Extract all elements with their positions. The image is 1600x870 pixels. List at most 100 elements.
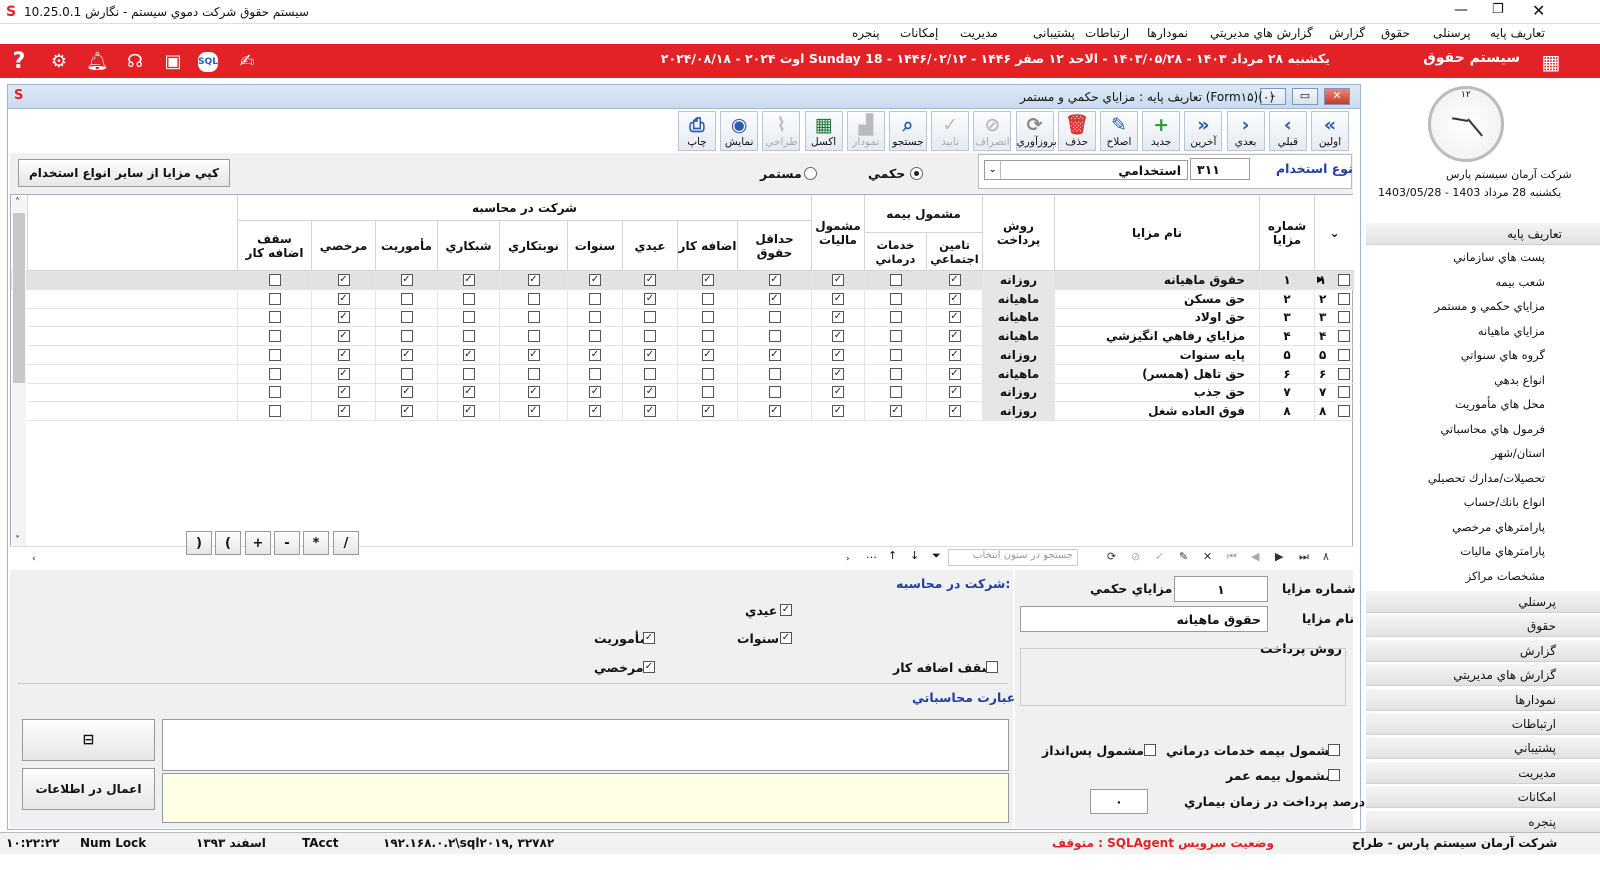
scroll-thumb[interactable] bbox=[13, 213, 25, 383]
row-pay-cell[interactable]: روزانه bbox=[982, 383, 1054, 403]
sanavat-checkbox[interactable]: ✓ bbox=[589, 404, 601, 417]
row-name-cell[interactable]: حق جذب bbox=[1054, 383, 1259, 403]
toolbar-chart-button[interactable]: ▟ نمودار bbox=[846, 111, 885, 151]
min-wage-checkbox[interactable]: ✓ bbox=[768, 348, 781, 361]
copy-benefits-button[interactable]: كپي مزايا از ساير انواع استخدام bbox=[18, 159, 230, 187]
grid-vscroll[interactable]: ˄ ˅ bbox=[12, 197, 26, 547]
filter-icon[interactable]: ⏷ bbox=[932, 549, 941, 563]
tax-checkbox[interactable]: ✓ bbox=[832, 292, 844, 305]
employment-code-input[interactable]: ۳۱۱ bbox=[1190, 158, 1250, 180]
eidi-checkbox[interactable]: ✓ bbox=[644, 386, 656, 399]
toolbar-eye-button[interactable]: ◉ نمايش bbox=[720, 111, 759, 151]
sidebar-item[interactable]: انواع بانك/حساب bbox=[1464, 495, 1545, 509]
min-wage-checkbox[interactable] bbox=[768, 330, 781, 343]
form-close-button[interactable]: ✕ bbox=[1324, 88, 1350, 105]
eidi-checkbox[interactable] bbox=[644, 367, 656, 380]
detail-overtime-cap-checkbox[interactable] bbox=[986, 661, 998, 673]
toolbar-chevron-right-button[interactable]: › بعدي bbox=[1226, 111, 1265, 151]
sidebar-item[interactable]: فرمول هاي محاسباتي bbox=[1440, 422, 1545, 436]
table-row[interactable]: ۸ ۸ فوق العاده شغل روزانه ✓ ✓ ✓ ✓ ✓ ✓ ✓ ✓ ✓ ✓ ✓ bbox=[11, 401, 1354, 421]
nobatkari-checkbox[interactable]: ✓ bbox=[527, 386, 540, 399]
row-checkbox[interactable] bbox=[1338, 274, 1350, 286]
ins-medical-checkbox[interactable] bbox=[889, 330, 902, 343]
overtime-checkbox[interactable] bbox=[701, 292, 714, 305]
morakhasi-checkbox[interactable]: ✓ bbox=[337, 367, 350, 380]
row-pay-cell[interactable]: روزانه bbox=[982, 271, 1054, 290]
hscroll-left-icon[interactable]: ‹ bbox=[32, 554, 36, 564]
ins-medical-checkbox[interactable] bbox=[889, 367, 902, 380]
col-header-ins-medical[interactable]: خدمات درماني bbox=[864, 233, 926, 271]
sanavat-checkbox[interactable] bbox=[589, 292, 601, 305]
mamooriat-checkbox[interactable] bbox=[400, 330, 413, 343]
last-record-icon[interactable]: ⏭ bbox=[1299, 550, 1309, 564]
operator-button-5[interactable]: ) bbox=[186, 531, 212, 555]
scroll-up-icon[interactable]: ˄ bbox=[15, 197, 20, 208]
col-header-overtime-cap[interactable]: سقف اضافه كار bbox=[237, 221, 311, 271]
shabkari-checkbox[interactable] bbox=[462, 311, 475, 324]
eidi-checkbox[interactable]: ✓ bbox=[644, 404, 656, 417]
morakhasi-checkbox[interactable]: ✓ bbox=[337, 274, 350, 286]
expression-input[interactable] bbox=[162, 719, 1009, 771]
confirm-icon[interactable]: ✓ bbox=[1155, 550, 1164, 563]
table-row[interactable]: ۲ ۲ حق مسكن ماهيانه ✓ ✓ ✓ ✓ ✓ bbox=[11, 289, 1354, 309]
ins-social-checkbox[interactable]: ✓ bbox=[948, 386, 961, 399]
nav-count[interactable]: ۸ bbox=[1323, 550, 1329, 563]
sidebar-item[interactable]: پارامترهاي مرخصي bbox=[1452, 520, 1545, 534]
row-checkbox[interactable] bbox=[1338, 348, 1350, 361]
row-pay-cell[interactable]: روزانه bbox=[982, 345, 1054, 365]
sidebar-group[interactable]: نمودارها bbox=[1366, 688, 1600, 711]
shabkari-checkbox[interactable]: ✓ bbox=[462, 404, 475, 417]
row-no-cell[interactable]: ۸ bbox=[1259, 401, 1314, 421]
ins-social-checkbox[interactable]: ✓ bbox=[948, 404, 961, 417]
sidebar-group[interactable]: گزارش هاي مديريتي bbox=[1366, 664, 1600, 687]
row-select-cell[interactable]: ۴ bbox=[1314, 327, 1354, 347]
min-wage-checkbox[interactable] bbox=[768, 367, 781, 380]
ins-social-checkbox[interactable]: ✓ bbox=[948, 367, 961, 380]
shabkari-checkbox[interactable] bbox=[462, 330, 475, 343]
toolbar-plus-button[interactable]: + جديد bbox=[1142, 111, 1181, 151]
nobatkari-checkbox[interactable] bbox=[527, 330, 540, 343]
nobatkari-checkbox[interactable] bbox=[527, 292, 540, 305]
more-icon[interactable]: … bbox=[866, 548, 877, 561]
sidebar-group[interactable]: مديريت bbox=[1366, 761, 1600, 784]
help-icon[interactable]: ? bbox=[8, 51, 30, 73]
col-header-pay-method[interactable]: روش پرداخت bbox=[982, 195, 1054, 271]
chevron-down-icon[interactable]: ⌄ bbox=[985, 161, 1001, 179]
operator-button-3[interactable]: + bbox=[245, 531, 271, 555]
headset-support-icon[interactable]: ☊ bbox=[124, 51, 146, 73]
row-no-cell[interactable]: ۱ bbox=[1259, 271, 1314, 290]
shabkari-checkbox[interactable]: ✓ bbox=[462, 274, 475, 286]
sidebar-item[interactable]: محل هاي مأموريت bbox=[1455, 397, 1545, 411]
sanavat-checkbox[interactable] bbox=[589, 330, 601, 343]
overtime-cap-checkbox[interactable] bbox=[268, 404, 281, 417]
overtime-cap-checkbox[interactable] bbox=[268, 311, 281, 324]
ins-medical-checkbox[interactable] bbox=[889, 386, 902, 399]
eidi-checkbox[interactable] bbox=[644, 330, 656, 343]
toolbar-double-chevron-right-button[interactable]: » آخرين bbox=[1184, 111, 1223, 151]
detail-sanavat-checkbox[interactable]: ✓ bbox=[780, 632, 792, 644]
col-header-eidi[interactable]: عيدي bbox=[622, 221, 677, 271]
delete-icon[interactable]: ✕ bbox=[1203, 550, 1212, 563]
menu-item-1[interactable]: پرسنلی bbox=[1433, 26, 1471, 40]
table-row[interactable]: ۱ ▶ ۱ حقوق ماهيانه روزانه ✓ ✓ ✓ ✓ ✓ ✓ ✓ ✓ ✓ ✓ bbox=[11, 271, 1354, 290]
sidebar-item[interactable]: انواع بدهي bbox=[1494, 373, 1545, 387]
overtime-cap-checkbox[interactable] bbox=[268, 274, 281, 286]
close-button[interactable]: ✕ bbox=[1532, 1, 1545, 20]
toolbar-refresh-button[interactable]: ⟳ بروزآوري bbox=[1015, 111, 1057, 151]
operator-button-2[interactable]: - bbox=[274, 531, 300, 555]
toolbar-double-chevron-left-button[interactable]: «اولين bbox=[1311, 111, 1349, 151]
menu-item-2[interactable]: حقوق bbox=[1381, 26, 1410, 40]
table-row[interactable]: ۵ ۵ پايه سنوات روزانه ✓ ✓ ✓ ✓ ✓ ✓ ✓ ✓ ✓ ✓ bbox=[11, 345, 1354, 365]
sanavat-checkbox[interactable] bbox=[589, 367, 601, 380]
select-all-header[interactable]: ⌄ bbox=[1314, 195, 1354, 271]
sidebar-item[interactable]: شعب بيمه bbox=[1495, 275, 1545, 289]
overtime-cap-checkbox[interactable] bbox=[268, 386, 281, 399]
overtime-cap-checkbox[interactable] bbox=[268, 330, 281, 343]
mamooriat-checkbox[interactable] bbox=[400, 311, 413, 324]
row-no-cell[interactable]: ۵ bbox=[1259, 345, 1314, 365]
row-name-cell[interactable]: حقوق ماهيانه bbox=[1054, 271, 1259, 290]
table-row[interactable]: ۴ ۴ مزاياي رفاهي انگيزشي ماهيانه ✓ ✓ ✓ bbox=[11, 327, 1354, 347]
row-no-cell[interactable]: ۷ bbox=[1259, 383, 1314, 403]
ins-medical-checkbox[interactable] bbox=[889, 274, 902, 286]
apps-grid-icon[interactable]: ▦ bbox=[1540, 51, 1562, 73]
